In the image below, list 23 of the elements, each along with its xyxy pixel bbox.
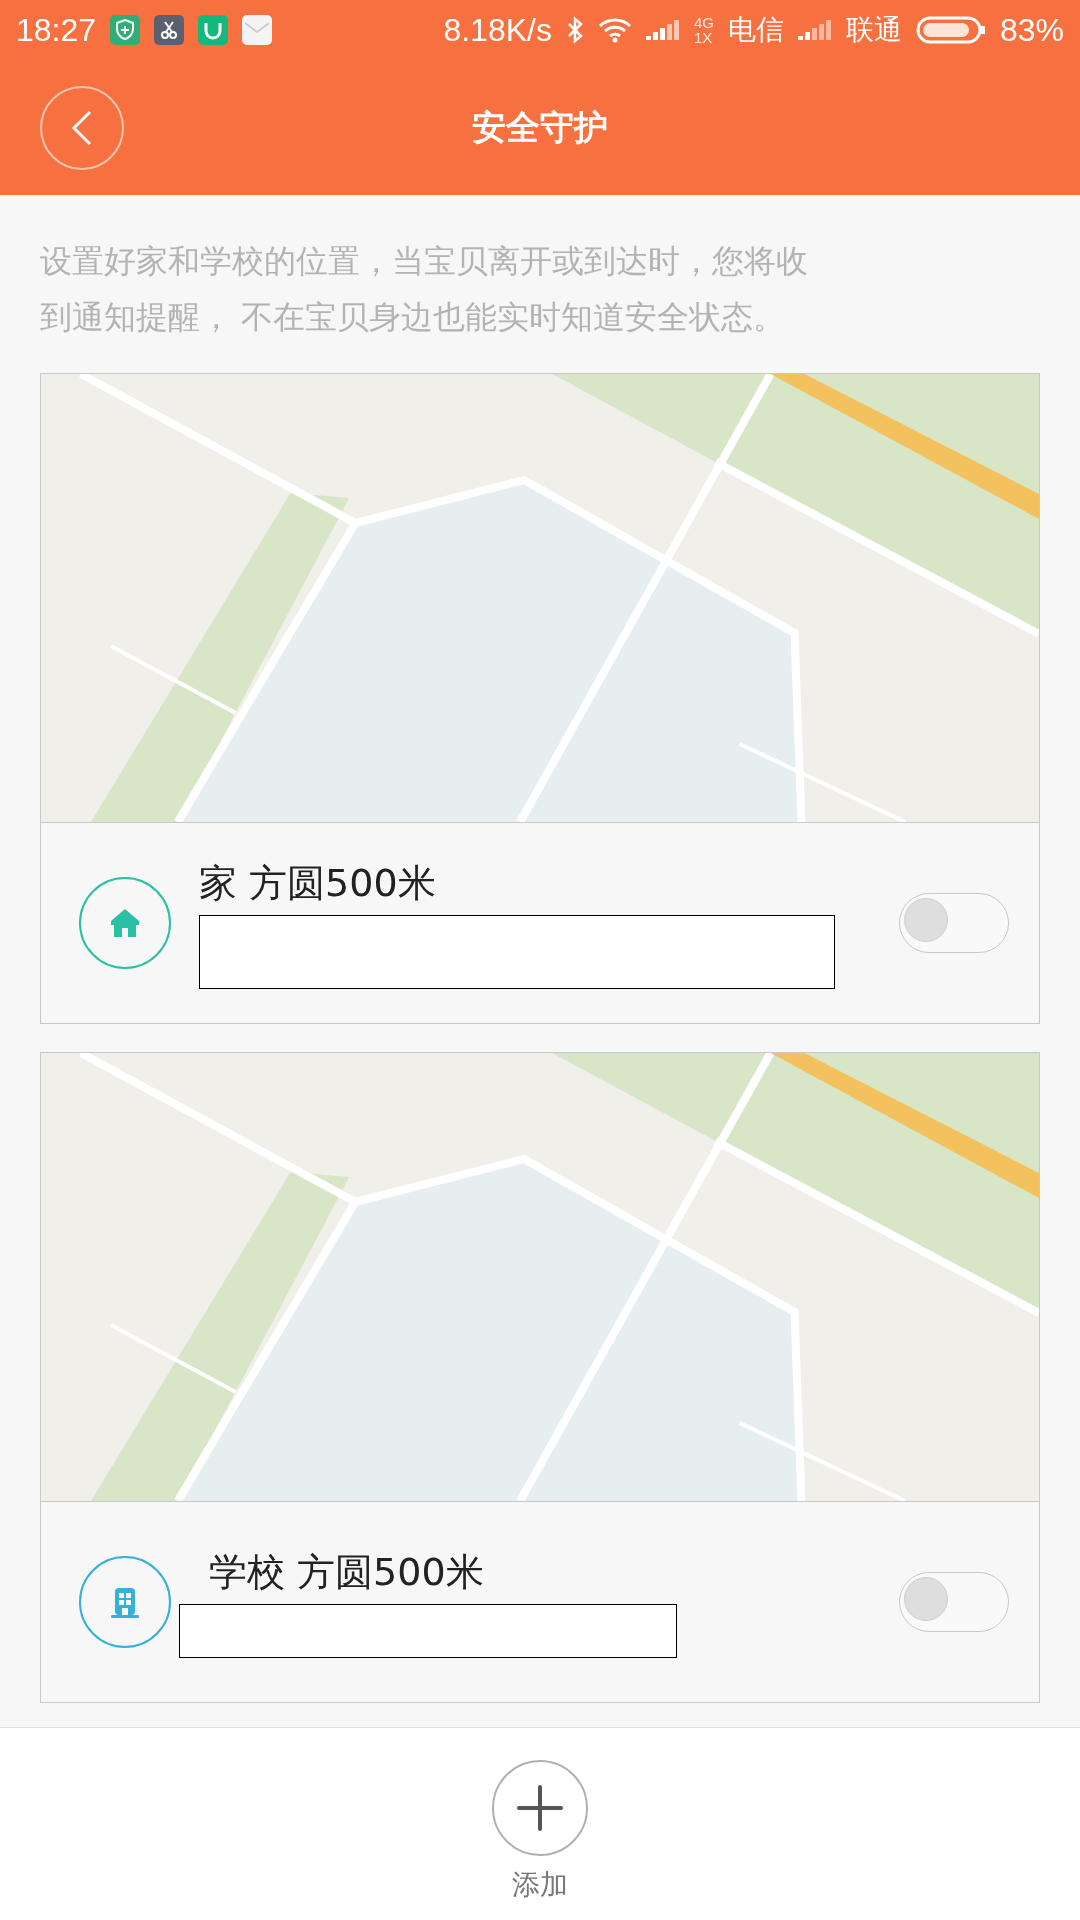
scissors-icon xyxy=(154,15,185,45)
wifi-icon xyxy=(597,17,632,43)
plus-icon xyxy=(517,1785,563,1831)
shield-icon xyxy=(110,15,141,45)
description-text: 设置好家和学校的位置，当宝贝离开或到达时，您将收到通知提醒， 不在宝贝身边也能实时知道安全状态。 xyxy=(39,242,809,337)
carrier-name: 联通 xyxy=(845,13,902,47)
zone-label: 家 方圆500米 xyxy=(199,859,437,907)
bluetooth-icon xyxy=(565,15,584,45)
back-button[interactable] xyxy=(40,85,124,170)
page-title: 安全守护 xyxy=(472,106,608,147)
add-label: 添加 xyxy=(512,1867,568,1903)
app-icon xyxy=(198,15,229,45)
signal-icon xyxy=(645,17,680,43)
clock: 18:27 xyxy=(16,11,97,49)
battery-icon xyxy=(915,16,986,44)
zone-label: 学校 方圆500米 xyxy=(208,1548,485,1596)
signal-icon xyxy=(797,17,832,43)
network-type: 1X xyxy=(693,30,714,45)
mail-icon xyxy=(242,15,273,45)
battery-percent: 83% xyxy=(999,11,1064,49)
network-type: 4G xyxy=(693,15,714,30)
carrier-name: 电信 xyxy=(727,13,784,47)
network-speed: 8.18K/s xyxy=(443,11,552,49)
